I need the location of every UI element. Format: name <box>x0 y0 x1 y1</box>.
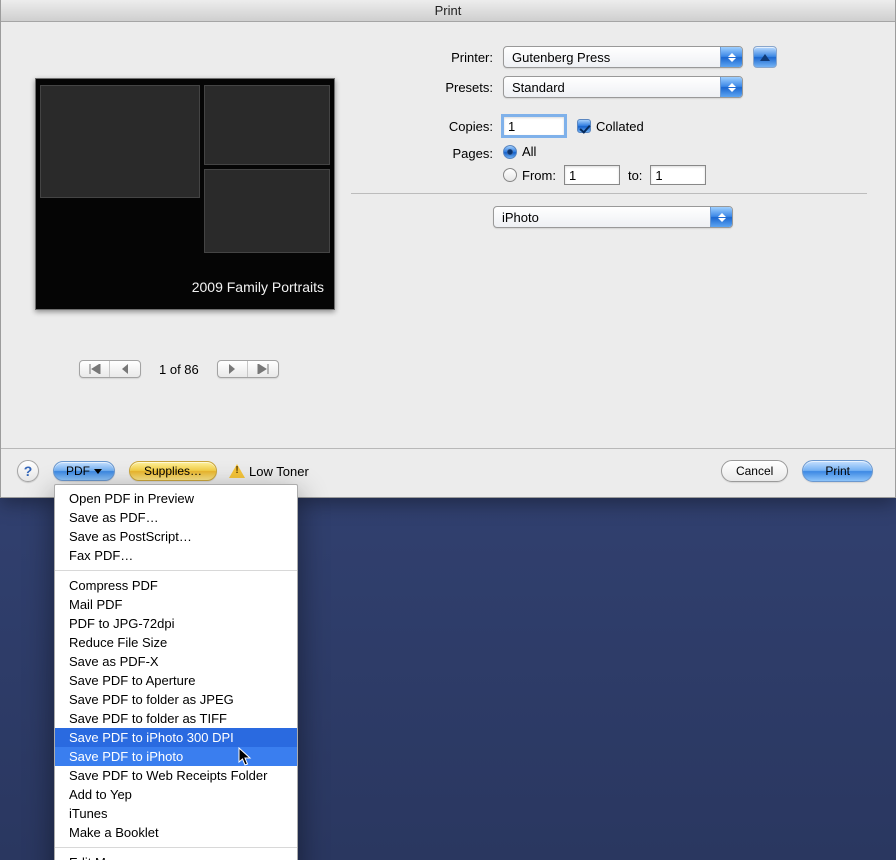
collated-label: Collated <box>596 119 644 134</box>
pane-popup[interactable]: iPhoto <box>493 206 733 228</box>
pdf-menu-item[interactable]: Save PDF to folder as TIFF <box>55 709 297 728</box>
popup-arrows-icon <box>720 47 742 67</box>
pdf-menu-item[interactable]: Save as PostScript… <box>55 527 297 546</box>
cancel-button[interactable]: Cancel <box>721 460 788 482</box>
pages-from-field[interactable] <box>564 165 620 185</box>
pages-from-radio[interactable] <box>503 168 517 182</box>
menu-separator <box>55 570 297 571</box>
printer-label: Printer: <box>351 50 493 65</box>
pdf-menu-item[interactable]: Save as PDF… <box>55 508 297 527</box>
pages-to-label: to: <box>628 168 642 183</box>
skip-first-icon <box>89 364 101 374</box>
pdf-menu-item[interactable]: Save PDF to Web Receipts Folder <box>55 766 297 785</box>
first-page-button[interactable] <box>80 361 110 377</box>
supplies-label: Supplies… <box>144 464 202 478</box>
window-title-text: Print <box>435 3 462 18</box>
pane-selected: iPhoto <box>502 210 539 225</box>
copies-field[interactable] <box>503 116 565 136</box>
footer-separator <box>1 448 895 449</box>
pdf-menu-item[interactable]: Mail PDF <box>55 595 297 614</box>
preview-photo <box>204 85 330 165</box>
low-toner-label: Low Toner <box>249 464 309 479</box>
pdf-menu-item[interactable]: Fax PDF… <box>55 546 297 565</box>
last-page-button[interactable] <box>248 361 278 377</box>
menu-separator <box>55 847 297 848</box>
pdf-menu-item[interactable]: Save PDF to Aperture <box>55 671 297 690</box>
pdf-menu-item[interactable]: Make a Booklet <box>55 823 297 842</box>
pager-back-segment[interactable] <box>79 360 141 378</box>
copies-label: Copies: <box>351 119 493 134</box>
pager-forward-segment[interactable] <box>217 360 279 378</box>
print-button[interactable]: Print <box>802 460 873 482</box>
collated-checkbox[interactable] <box>577 119 591 133</box>
preview-photo <box>204 169 330 253</box>
chevron-left-icon <box>120 364 130 374</box>
pdf-menu-item[interactable]: Save PDF to iPhoto 300 DPI <box>55 728 297 747</box>
help-button[interactable]: ? <box>17 460 39 482</box>
skip-last-icon <box>257 364 269 374</box>
page-indicator: 1 of 86 <box>159 362 199 377</box>
pdf-menu-item[interactable]: Save PDF to folder as JPEG <box>55 690 297 709</box>
printer-popup[interactable]: Gutenberg Press <box>503 46 743 68</box>
triangle-up-icon <box>760 54 770 61</box>
pdf-menu-item[interactable]: Open PDF in Preview <box>55 489 297 508</box>
printer-selected: Gutenberg Press <box>512 50 610 65</box>
print-label: Print <box>825 464 850 478</box>
cancel-label: Cancel <box>736 464 773 478</box>
preview-page: 2009 Family Portraits <box>35 78 335 310</box>
popup-arrows-icon <box>720 77 742 97</box>
pdf-menu-item[interactable]: Compress PDF <box>55 576 297 595</box>
triangle-down-icon <box>94 469 102 474</box>
separator <box>351 193 867 194</box>
pdf-menu-item[interactable]: Edit Menu… <box>55 853 297 860</box>
print-preview: 2009 Family Portraits <box>35 78 337 310</box>
supplies-button[interactable]: Supplies… <box>129 461 217 481</box>
pdf-menu-item[interactable]: Save as PDF-X <box>55 652 297 671</box>
chevron-right-icon <box>227 364 237 374</box>
next-page-button[interactable] <box>218 361 248 377</box>
pages-all-label: All <box>522 144 536 159</box>
pdf-menu-item[interactable]: Reduce File Size <box>55 633 297 652</box>
pdf-menu-button[interactable]: PDF <box>53 461 115 481</box>
print-dialog: Print 2009 Family Portraits 1 of 86 <box>0 0 896 498</box>
pdf-menu-item[interactable]: Save PDF to iPhoto <box>55 747 297 766</box>
help-icon: ? <box>24 463 33 479</box>
pdf-menu-item[interactable]: PDF to JPG-72dpi <box>55 614 297 633</box>
presets-popup[interactable]: Standard <box>503 76 743 98</box>
warning-icon <box>229 464 245 478</box>
preview-caption: 2009 Family Portraits <box>192 279 324 295</box>
window-title: Print <box>1 0 895 22</box>
pdf-menu-label: PDF <box>66 464 90 478</box>
collapse-details-button[interactable] <box>753 46 777 68</box>
pages-all-radio[interactable] <box>503 145 517 159</box>
pdf-menu-item[interactable]: iTunes <box>55 804 297 823</box>
pages-from-label: From: <box>522 168 556 183</box>
preview-photo <box>40 85 200 198</box>
pages-label: Pages: <box>351 144 493 161</box>
presets-label: Presets: <box>351 80 493 95</box>
pdf-dropdown-menu[interactable]: Open PDF in PreviewSave as PDF…Save as P… <box>54 484 298 860</box>
popup-arrows-icon <box>710 207 732 227</box>
pdf-menu-item[interactable]: Add to Yep <box>55 785 297 804</box>
presets-selected: Standard <box>512 80 565 95</box>
mouse-cursor-icon <box>238 747 252 767</box>
prev-page-button[interactable] <box>110 361 140 377</box>
preview-pager: 1 of 86 <box>79 360 279 378</box>
pages-to-field[interactable] <box>650 165 706 185</box>
